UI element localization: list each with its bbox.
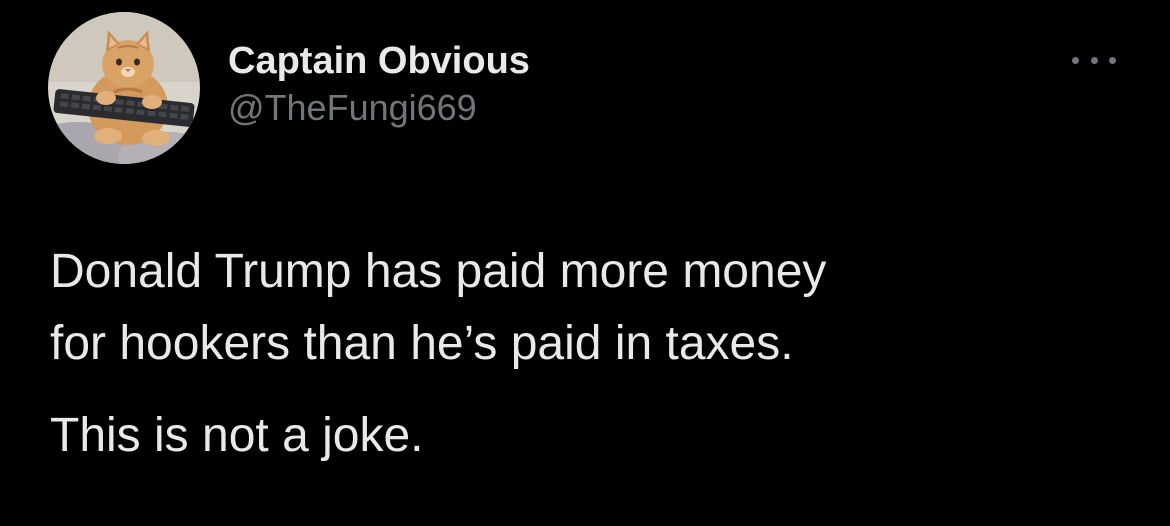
tweet-body: Donald Trump has paid more money for hoo… (50, 236, 1140, 472)
author-handle[interactable]: @TheFungi669 (228, 86, 530, 130)
dot-3 (1109, 56, 1116, 64)
author-info: Captain Obvious @TheFungi669 (228, 38, 530, 130)
tweet-line-2: for hookers than he’s paid in taxes. (50, 317, 794, 370)
author-display-name[interactable]: Captain Obvious (228, 38, 530, 84)
cat-avatar-image (48, 12, 200, 164)
author-avatar[interactable] (48, 12, 200, 164)
tweet-card: Captain Obvious @TheFungi669 Donald Trum… (0, 0, 1170, 526)
dot-1 (1072, 56, 1079, 64)
tweet-line-1: Donald Trump has paid more money (50, 245, 827, 298)
dot-2 (1090, 56, 1098, 64)
more-options-icon[interactable] (1068, 48, 1120, 72)
tweet-line-3: This is not a joke. (50, 409, 424, 462)
